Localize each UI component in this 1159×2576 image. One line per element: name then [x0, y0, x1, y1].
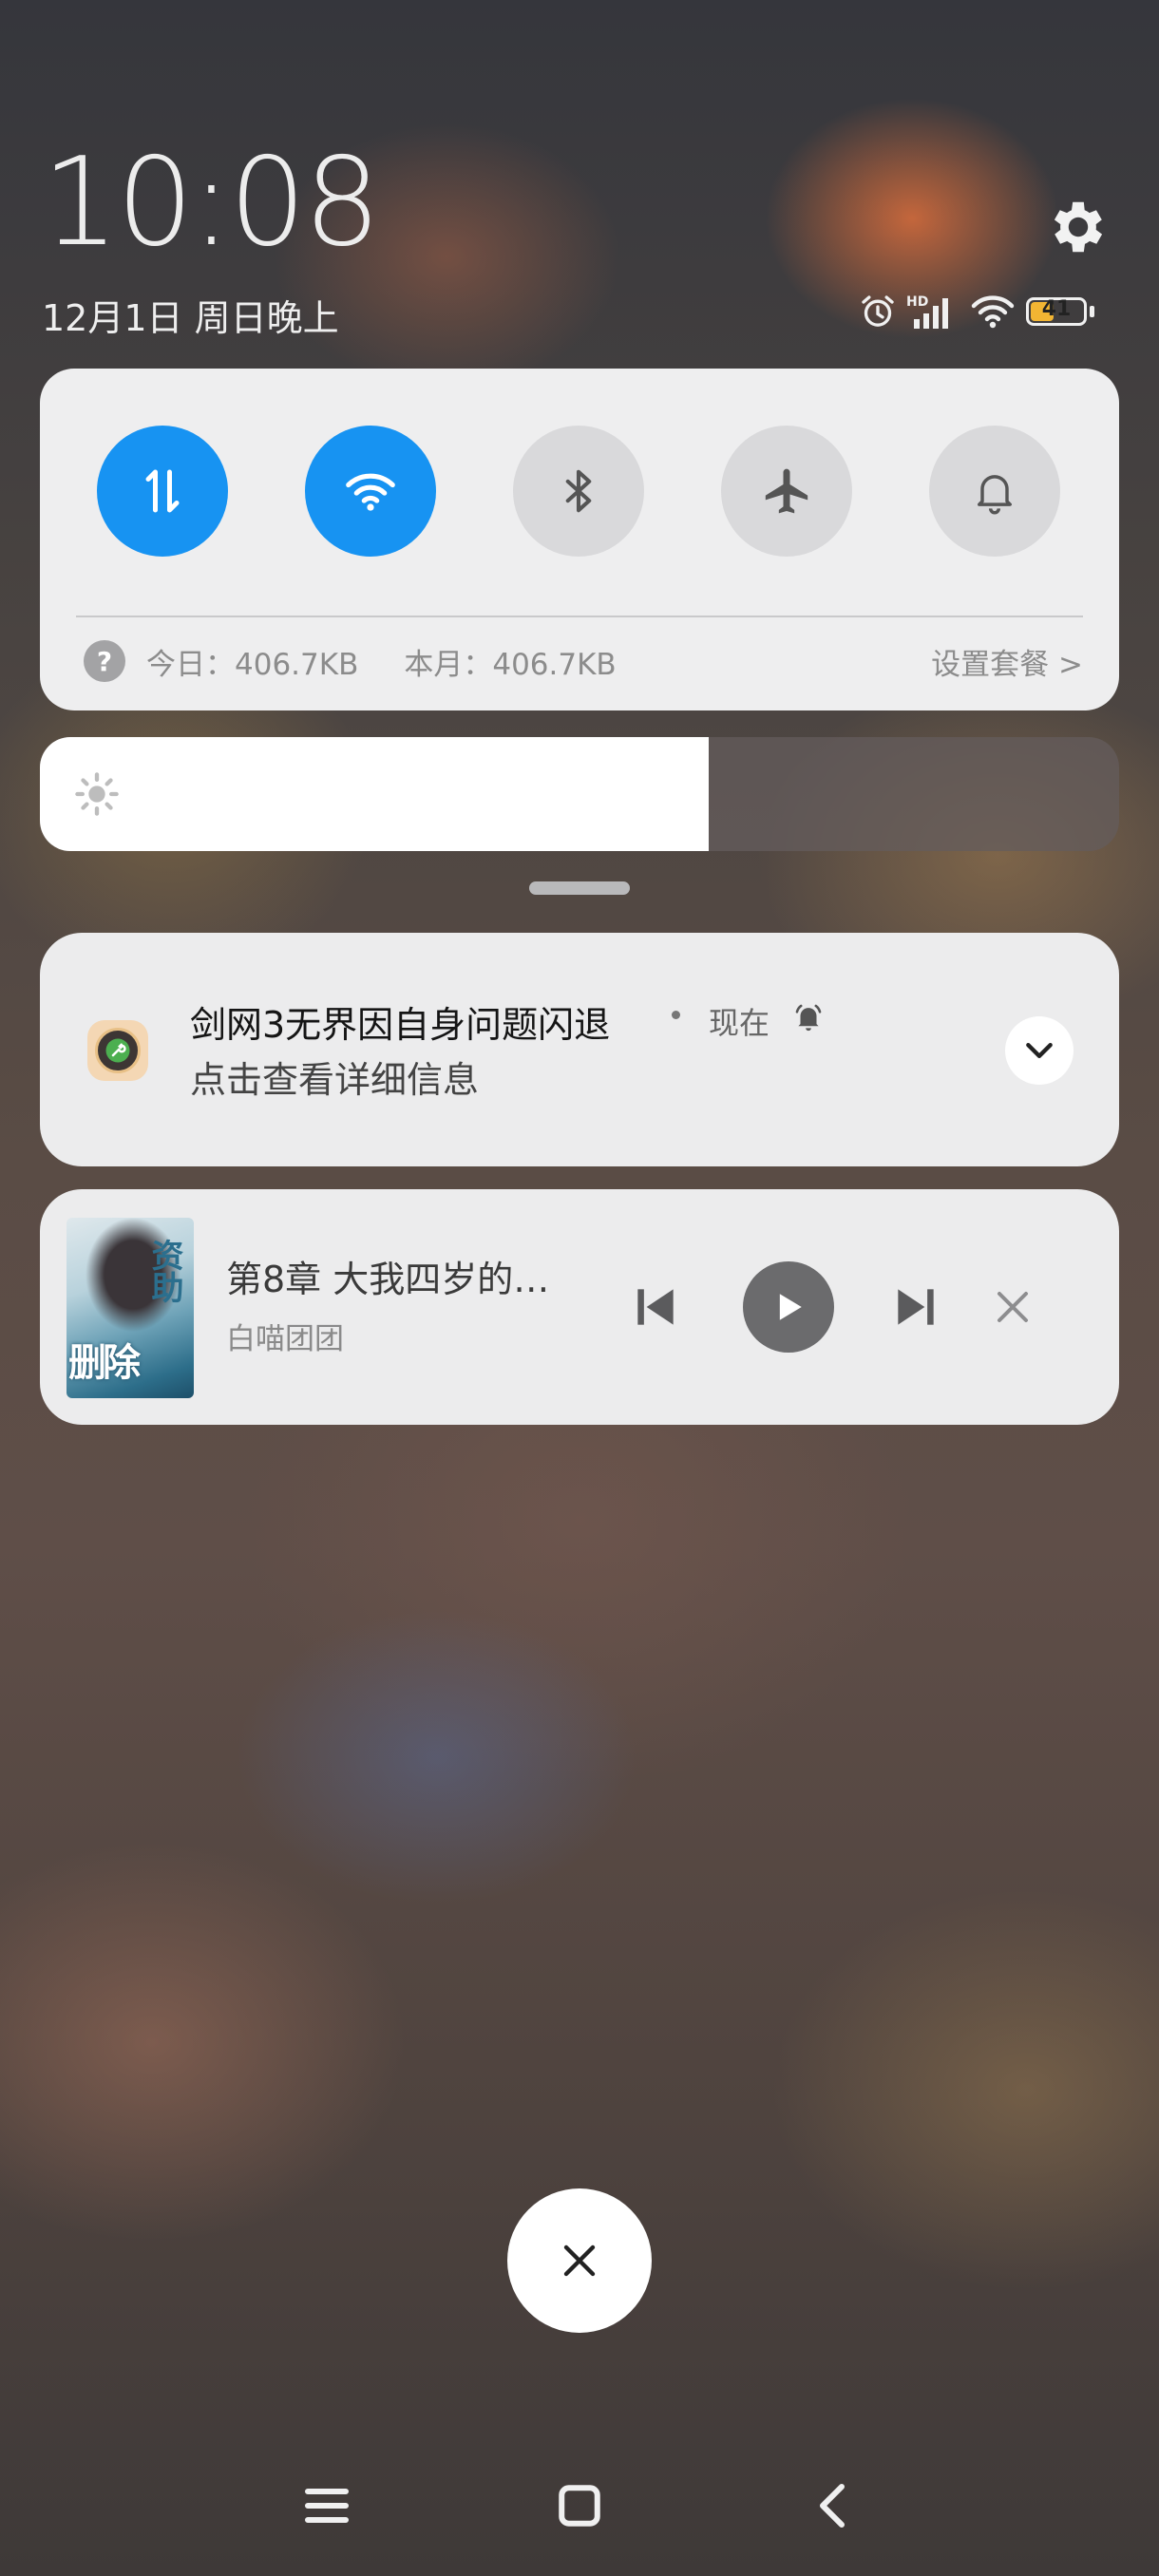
- notification-card[interactable]: 剑网3无界因自身问题闪退 现在 点击查看详细信息: [40, 933, 1119, 1166]
- settings-gear-icon[interactable]: [1045, 194, 1112, 260]
- status-bar-icons: HD 41: [859, 291, 1094, 332]
- clear-all-button[interactable]: [507, 2188, 652, 2333]
- airplane-icon: [765, 468, 808, 514]
- alert-bell-icon: [795, 1004, 822, 1032]
- data-usage-row: ? 今日：406.7KB 本月：406.7KB 设置套餐 >: [84, 635, 1083, 688]
- svg-text:HD: HD: [906, 294, 928, 310]
- skip-next-icon[interactable]: [889, 1280, 942, 1334]
- media-player-card[interactable]: 资助 删除 第8章 大我四岁的… 白喵团团: [40, 1189, 1119, 1425]
- wifi-status-icon: [971, 295, 1015, 329]
- panel-divider: [76, 616, 1083, 617]
- cover-text-top: 资助: [145, 1239, 183, 1303]
- media-artist: 白喵团团: [226, 1322, 344, 1356]
- bluetooth-icon: [565, 469, 592, 513]
- data-today: 今日：406.7KB: [146, 647, 359, 682]
- notification-sound-toggle[interactable]: [929, 426, 1060, 557]
- brightness-sun-icon: [75, 772, 119, 816]
- play-button[interactable]: [743, 1261, 834, 1353]
- battery-level: 41: [1041, 297, 1072, 321]
- bell-icon: [978, 475, 1012, 515]
- battery-icon: 41: [1026, 297, 1087, 326]
- wifi-toggle[interactable]: [305, 426, 436, 557]
- bluetooth-toggle[interactable]: [513, 426, 644, 557]
- app-crash-icon: [87, 1020, 148, 1081]
- set-plan-link[interactable]: 设置套餐 >: [931, 640, 1083, 683]
- data-month: 本月：406.7KB: [404, 647, 617, 682]
- chevron-down-icon: [1026, 1043, 1053, 1058]
- close-icon[interactable]: [990, 1284, 1036, 1330]
- cover-text-bottom: 删除: [68, 1341, 141, 1385]
- skip-previous-icon[interactable]: [629, 1280, 682, 1334]
- back-arrow-icon[interactable]: [804, 2477, 861, 2534]
- home-square-icon[interactable]: [551, 2477, 608, 2534]
- alarm-icon: [862, 295, 894, 327]
- wifi-icon: [346, 473, 395, 511]
- notification-time: 现在: [709, 1005, 770, 1041]
- close-icon: [563, 2245, 596, 2277]
- separator-dot: [672, 1011, 680, 1019]
- notification-title: 剑网3无界因自身问题闪退: [190, 1004, 611, 1046]
- help-icon[interactable]: ?: [84, 640, 125, 682]
- signal-hd-icon: HD: [906, 294, 948, 329]
- mobile-data-toggle[interactable]: [97, 426, 228, 557]
- data-arrows-icon: [145, 469, 180, 513]
- notification-body: 点击查看详细信息: [190, 1059, 480, 1101]
- expand-button[interactable]: [1005, 1016, 1074, 1085]
- quick-settings-panel: ? 今日：406.7KB 本月：406.7KB 设置套餐 >: [40, 369, 1119, 710]
- airplane-mode-toggle[interactable]: [721, 426, 852, 557]
- recent-apps-menu-icon[interactable]: [298, 2477, 355, 2534]
- play-icon: [779, 1294, 802, 1320]
- album-cover-image: 资助 删除: [66, 1218, 194, 1398]
- date-label: 12月1日 周日晚上: [42, 297, 339, 339]
- wrench-icon: [105, 1038, 130, 1063]
- brightness-fill: [40, 737, 710, 851]
- media-title: 第8章 大我四岁的…: [226, 1259, 550, 1300]
- brightness-slider[interactable]: [40, 737, 1119, 851]
- panel-drag-handle[interactable]: [529, 881, 630, 895]
- clock: 10:08: [42, 132, 381, 274]
